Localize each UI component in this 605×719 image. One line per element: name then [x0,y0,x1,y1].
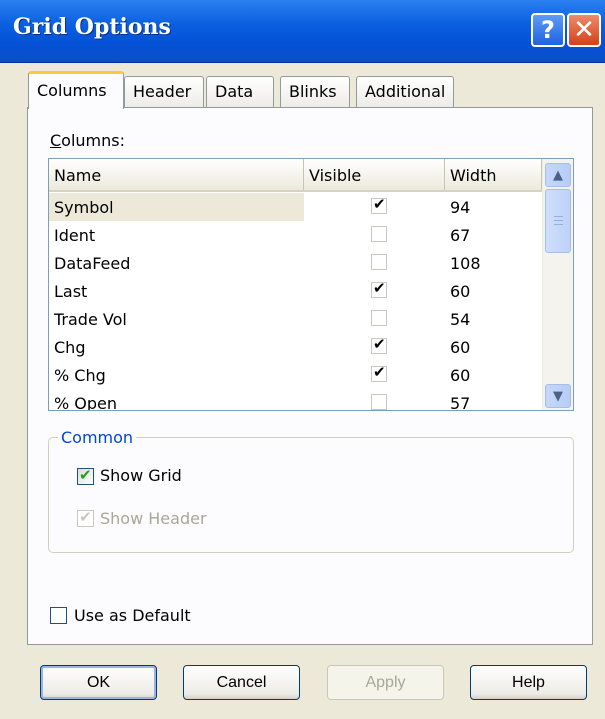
grip-line [554,216,563,217]
tab-columns-label: Columns [37,81,107,100]
show-grid-checkbox[interactable]: ✔ [77,466,94,485]
visible-checkbox[interactable] [371,394,387,410]
tab-additional[interactable]: Additional [356,76,454,108]
visible-checkbox[interactable]: ✔ [371,195,387,214]
help-icon[interactable]: ? [531,13,565,47]
row-width: 57 [450,394,471,411]
row-width: 94 [450,198,471,217]
visible-checkbox[interactable] [371,254,387,270]
tab-data[interactable]: Data [206,76,274,108]
columns-label-accelerator: C [50,131,62,150]
check-icon: ✔ [373,363,386,381]
columns-label-rest: olumns: [61,131,125,150]
ok-button[interactable]: OK [40,665,157,700]
tab-header[interactable]: Header [124,76,204,108]
columns-list[interactable]: Name Visible Width Symbol ✔ 94 Ident 67 … [48,158,574,411]
use-as-default-label[interactable]: Use as Default [74,606,191,625]
visible-checkbox[interactable]: ✔ [371,279,387,298]
table-row[interactable]: Chg ✔ 60 [49,333,542,361]
list-header: Name Visible Width [49,159,542,192]
check-icon: ✔ [79,508,92,526]
row-width: 108 [450,254,481,273]
column-header-visible[interactable]: Visible [304,159,445,190]
tab-header-label: Header [133,82,192,101]
show-header-checkbox: ✔ [77,508,94,527]
visible-checkbox[interactable]: ✔ [371,363,387,382]
use-as-default-checkbox[interactable] [50,607,67,624]
title-bar: Grid Options ? ✕ [0,0,605,63]
tab-blinks-label: Blinks [289,82,337,101]
common-groupbox [48,437,574,553]
table-row[interactable]: % Chg ✔ 60 [49,361,542,389]
row-name: % Open [54,394,118,411]
columns-label: Columns: [50,131,125,150]
tab-blinks[interactable]: Blinks [280,76,350,108]
show-header-label: Show Header [100,509,207,528]
check-icon: ✔ [373,335,386,353]
row-width: 67 [450,226,471,245]
check-icon: ✔ [373,279,386,297]
apply-button: Apply [327,665,444,700]
scroll-down-icon[interactable]: ▼ [545,384,571,408]
table-row[interactable]: Ident 67 [49,221,542,249]
row-name: Ident [54,226,96,245]
table-row[interactable]: Symbol ✔ 94 [49,193,542,221]
close-icon[interactable]: ✕ [567,13,601,47]
grip-line [554,224,563,225]
column-header-width[interactable]: Width [445,159,542,190]
scroll-up-icon[interactable]: ▲ [545,163,571,187]
tab-data-label: Data [215,82,254,101]
check-icon: ✔ [79,466,92,484]
visible-checkbox[interactable] [371,310,387,326]
row-width: 54 [450,310,471,329]
table-row[interactable]: Last ✔ 60 [49,277,542,305]
show-grid-label[interactable]: Show Grid [100,466,182,485]
table-row[interactable]: DataFeed 108 [49,249,542,277]
window-title: Grid Options [13,14,171,40]
tab-columns[interactable]: Columns [28,71,124,109]
common-legend: Common [58,428,137,447]
cancel-button[interactable]: Cancel [183,665,300,700]
tab-additional-label: Additional [365,82,446,101]
row-name: Chg [54,338,86,357]
row-width: 60 [450,282,471,301]
column-header-name[interactable]: Name [49,159,304,190]
scroll-thumb[interactable] [545,189,571,253]
table-row[interactable]: % Open 57 [49,389,542,411]
row-name: Last [54,282,88,301]
row-width: 60 [450,366,471,385]
row-name: % Chg [54,366,106,385]
row-name: DataFeed [54,254,131,273]
visible-checkbox[interactable] [371,226,387,242]
row-name: Symbol [49,193,304,221]
table-row[interactable]: Trade Vol 54 [49,305,542,333]
row-name: Trade Vol [54,310,127,329]
vertical-scrollbar[interactable]: ▲ ▼ [542,159,573,410]
help-button[interactable]: Help [470,665,587,700]
check-icon: ✔ [373,195,386,213]
grip-line [554,220,563,221]
row-width: 60 [450,338,471,357]
visible-checkbox[interactable]: ✔ [371,335,387,354]
